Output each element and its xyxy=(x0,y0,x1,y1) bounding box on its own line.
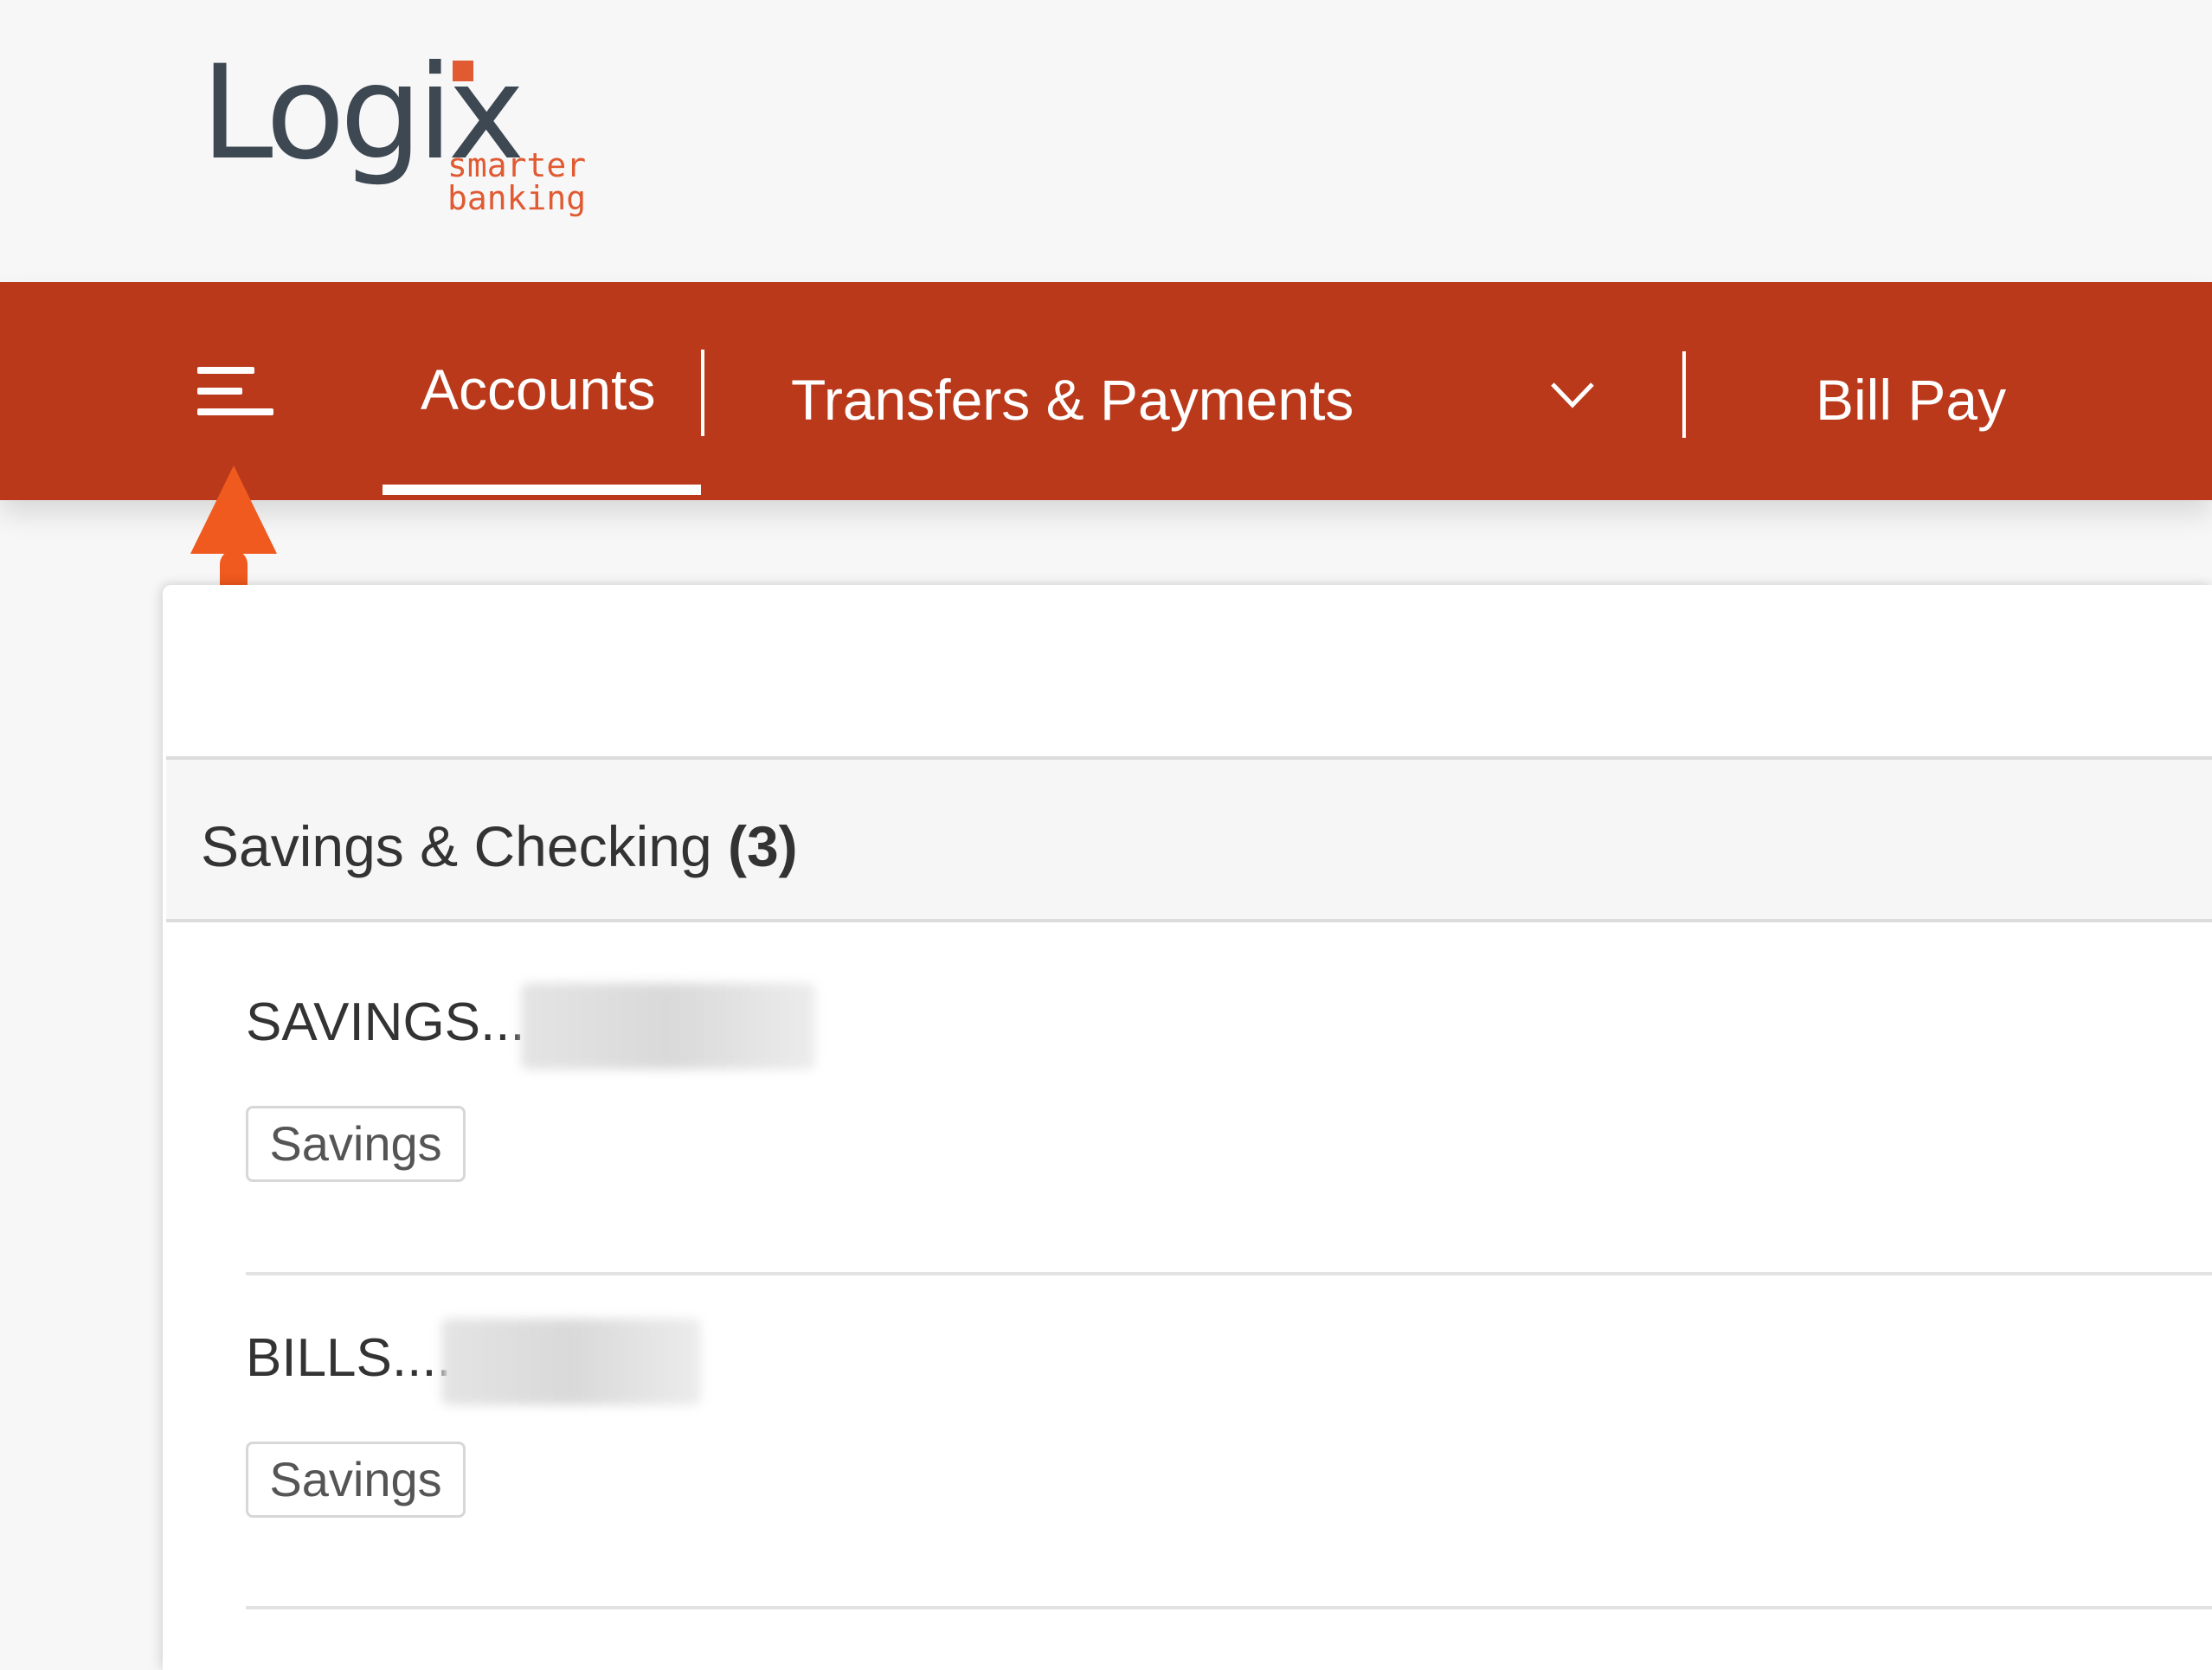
logo-tagline: smarter banking xyxy=(447,149,586,215)
menu-bar-bottom xyxy=(197,408,273,415)
logix-logo[interactable]: Logix smarter banking xyxy=(201,48,616,230)
redacted-account-number xyxy=(441,1319,701,1405)
section-count: (3) xyxy=(728,814,798,878)
site-header: Logix smarter banking xyxy=(0,0,2212,282)
account-type-badge: Savings xyxy=(246,1106,466,1182)
main-navigation: Accounts Transfers & Payments Bill Pay xyxy=(0,282,2212,500)
account-divider xyxy=(246,1606,2212,1609)
account-name: BILLS.... xyxy=(246,1328,452,1388)
account-name: SAVINGS... xyxy=(246,992,525,1052)
redacted-account-number xyxy=(521,983,815,1069)
account-item[interactable]: SAVINGS... Savings xyxy=(246,983,2212,1182)
nav-tab-bill-pay[interactable]: Bill Pay xyxy=(1816,367,2006,433)
active-tab-indicator xyxy=(383,485,701,495)
nav-divider xyxy=(701,350,704,436)
savings-checking-section-header[interactable]: Savings & Checking (3) xyxy=(166,756,2212,922)
account-type-badge: Savings xyxy=(246,1442,466,1518)
section-title-text: Savings & Checking xyxy=(201,814,712,878)
chevron-down-icon[interactable] xyxy=(1549,377,1596,412)
nav-divider xyxy=(1682,351,1686,438)
menu-bar-middle xyxy=(197,388,242,395)
account-item[interactable]: BILLS.... Savings xyxy=(246,1319,2212,1518)
hamburger-menu-icon[interactable] xyxy=(183,344,287,440)
nav-tab-accounts[interactable]: Accounts xyxy=(421,356,655,422)
page: Logix smarter banking Accounts Transfers… xyxy=(0,0,2212,1670)
logo-dot xyxy=(453,61,473,81)
logo-tagline-line2: banking xyxy=(447,179,587,217)
account-divider xyxy=(246,1272,2212,1275)
menu-bar-top xyxy=(197,367,254,374)
section-title: Savings & Checking (3) xyxy=(201,813,798,879)
nav-tab-transfers-payments[interactable]: Transfers & Payments xyxy=(791,367,1354,433)
accounts-card: Savings & Checking (3) SAVINGS... Saving… xyxy=(163,585,2212,1670)
